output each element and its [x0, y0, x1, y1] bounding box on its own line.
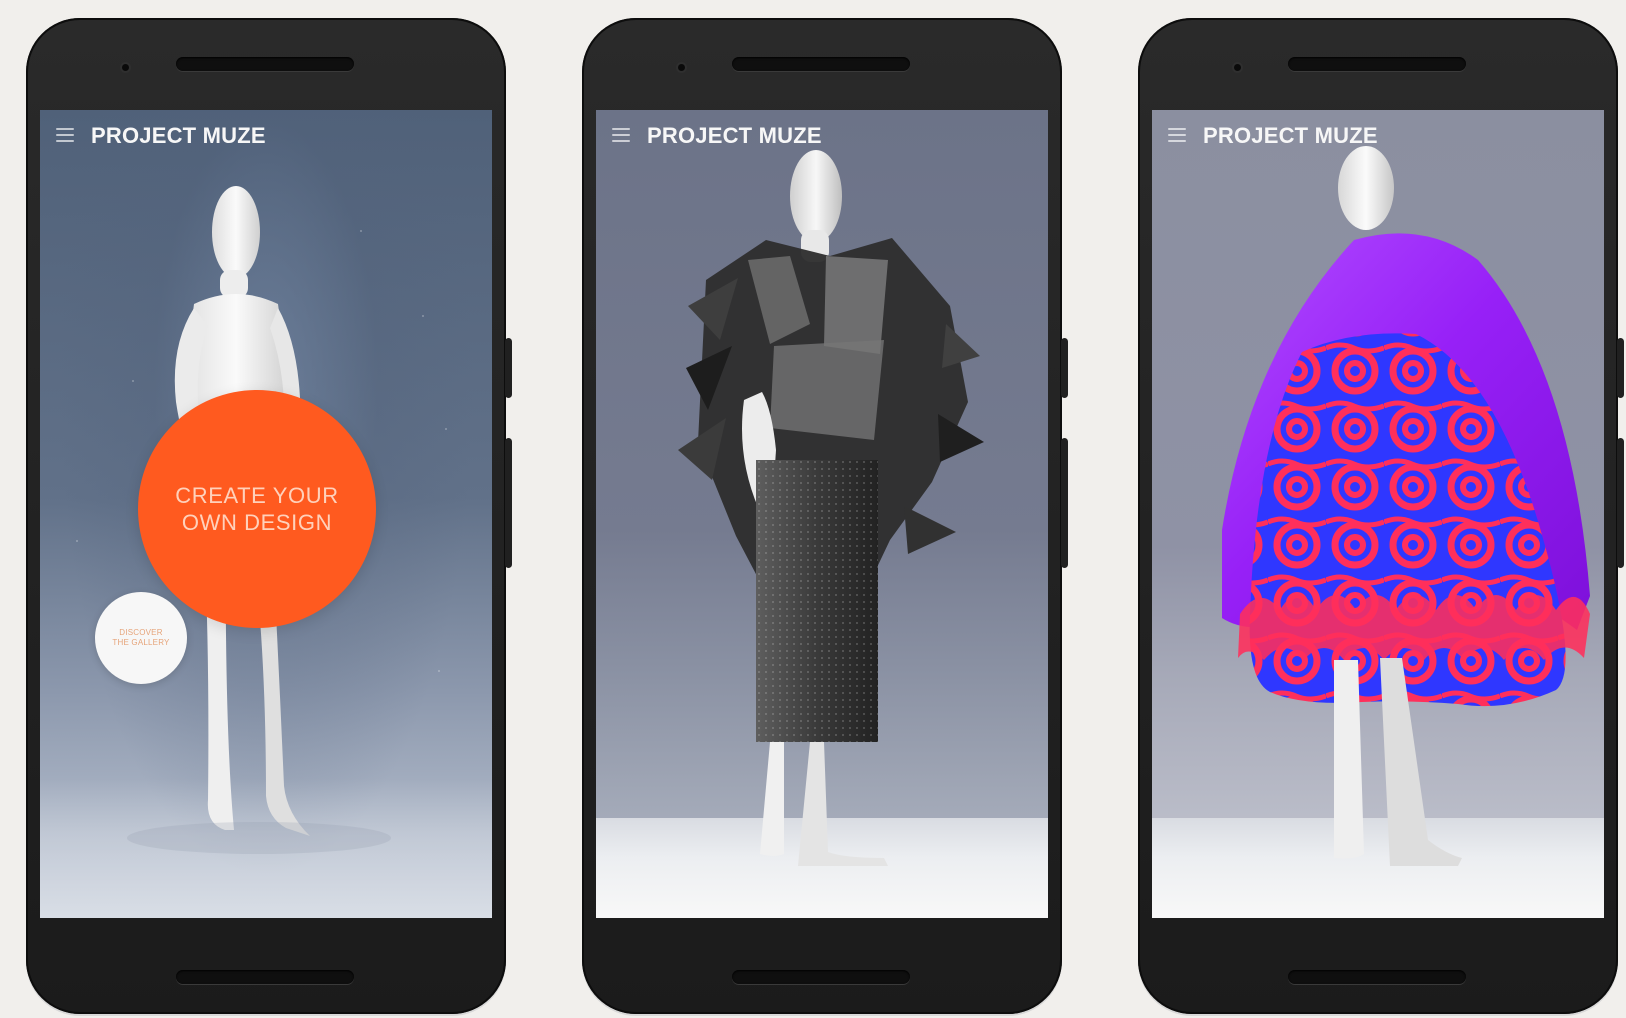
- create-design-button[interactable]: CREATE YOUR OWN DESIGN: [138, 390, 376, 628]
- bottom-speaker: [732, 970, 910, 984]
- power-button: [505, 338, 512, 398]
- top-speaker: [176, 57, 354, 71]
- spiky-garment-figure: [678, 150, 984, 866]
- front-camera-icon: [1234, 64, 1241, 71]
- right-leg-shape: [798, 742, 888, 866]
- head-shape: [212, 186, 260, 278]
- menu-icon[interactable]: [1168, 128, 1186, 142]
- patterned-design-screen: PROJECT MUZE: [1152, 110, 1604, 918]
- head-shape: [790, 150, 842, 242]
- phone-mockup-1: PROJECT MUZE CREATE YOUR OWN DESIGN DISC…: [26, 18, 512, 1014]
- top-speaker: [732, 57, 910, 71]
- power-button: [1061, 338, 1068, 398]
- discover-gallery-button[interactable]: DISCOVER THE GALLERY: [95, 592, 187, 684]
- home-screen: PROJECT MUZE CREATE YOUR OWN DESIGN DISC…: [40, 110, 492, 918]
- floor-shadow: [127, 822, 391, 854]
- app-title: PROJECT MUZE: [647, 123, 822, 148]
- skirt-texture: [756, 460, 878, 742]
- app-showcase: PROJECT MUZE CREATE YOUR OWN DESIGN DISC…: [0, 0, 1626, 1018]
- crystal-panel: [770, 340, 884, 440]
- phone-mockup-2: PROJECT MUZE: [582, 18, 1068, 1014]
- create-design-label: CREATE YOUR OWN DESIGN: [175, 483, 339, 535]
- patterned-cape-figure: [1222, 146, 1590, 866]
- sculptural-design-screen: PROJECT MUZE: [596, 110, 1048, 918]
- front-camera-icon: [678, 64, 685, 71]
- left-leg-shape: [760, 742, 784, 856]
- app-header: PROJECT MUZE: [40, 110, 492, 162]
- front-camera-icon: [122, 64, 129, 71]
- power-button: [1617, 338, 1624, 398]
- app-header: PROJECT MUZE: [1152, 110, 1604, 162]
- volume-button: [505, 438, 512, 568]
- volume-button: [1061, 438, 1068, 568]
- crystal-shard: [942, 324, 980, 368]
- bottom-speaker: [176, 970, 354, 984]
- app-header: PROJECT MUZE: [596, 110, 1048, 162]
- neck-shape: [220, 270, 248, 298]
- bottom-speaker: [1288, 970, 1466, 984]
- crystal-panel: [824, 256, 888, 354]
- crystal-shard: [938, 414, 984, 462]
- discover-gallery-label: DISCOVER THE GALLERY: [112, 628, 170, 647]
- app-title: PROJECT MUZE: [91, 123, 266, 148]
- menu-icon[interactable]: [612, 128, 630, 142]
- menu-icon[interactable]: [56, 128, 74, 142]
- phone-mockup-3: PROJECT MUZE: [1138, 18, 1624, 1014]
- volume-button: [1617, 438, 1624, 568]
- top-speaker: [1288, 57, 1466, 71]
- crystal-shard: [904, 506, 956, 554]
- app-title: PROJECT MUZE: [1203, 123, 1378, 148]
